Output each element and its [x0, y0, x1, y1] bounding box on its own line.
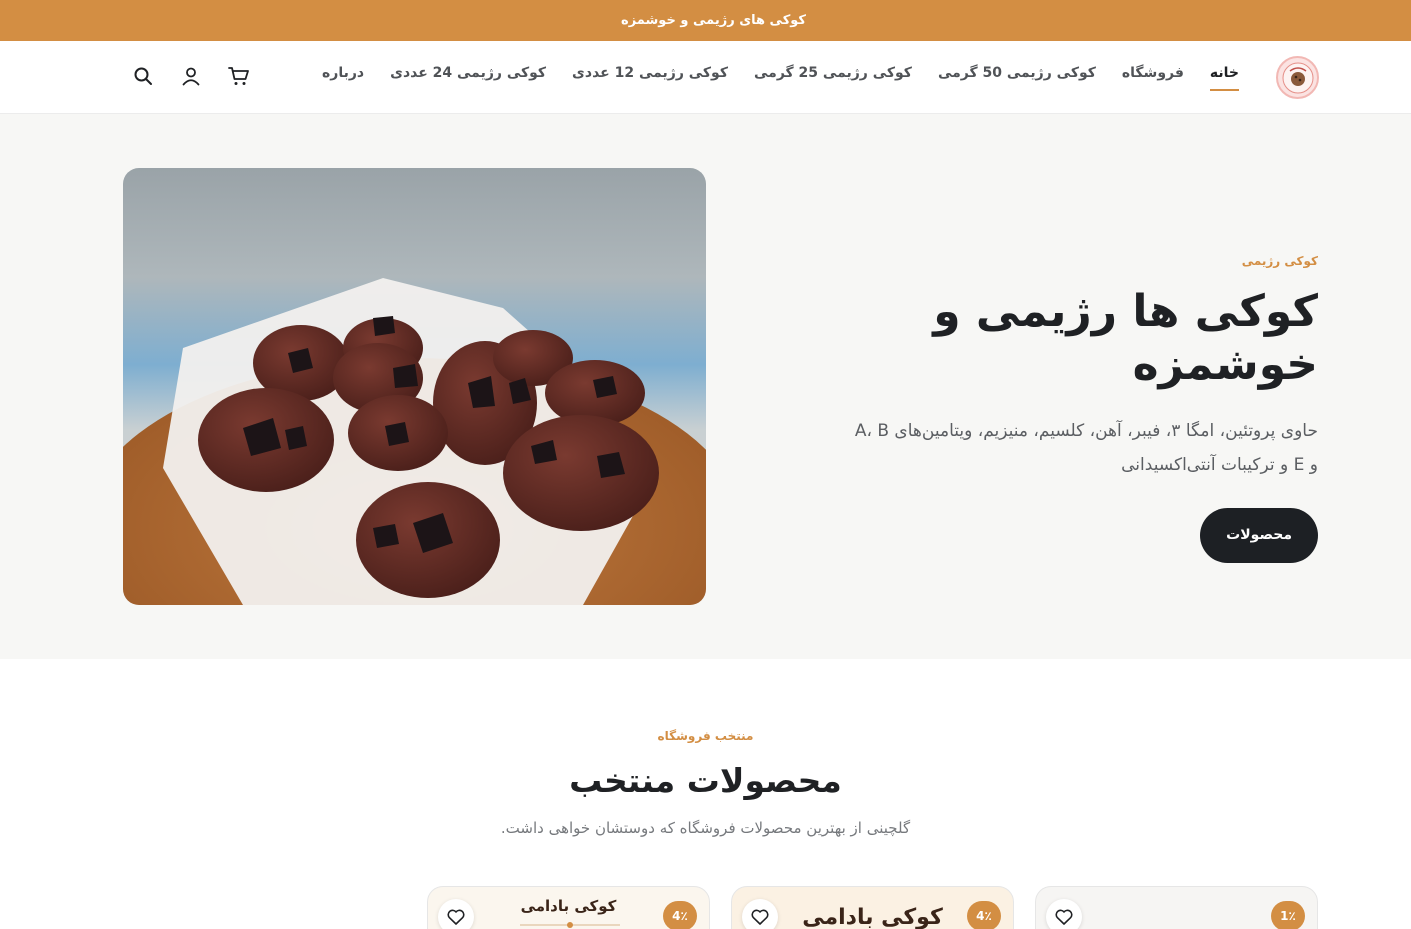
search-icon[interactable]: [132, 65, 154, 87]
nav-item-home[interactable]: خانه: [1209, 65, 1240, 91]
heart-icon[interactable]: [742, 899, 778, 929]
discount-badge: 1٪: [1271, 901, 1305, 929]
hero-section: کوکی رژیمی کوکی ها رژیمی و خوشمزه حاوی پ…: [0, 114, 1411, 659]
heart-icon[interactable]: [1046, 899, 1082, 929]
main-nav: خانه فروشگاه کوکی رژیمی 50 گرمی کوکی رژی…: [322, 65, 1240, 91]
featured-title: محصولات منتخب: [569, 761, 842, 800]
card-label: کوکی بادامی: [520, 897, 617, 915]
announcement-bar: کوکی های رژیمی و خوشمزه: [0, 0, 1411, 41]
site-logo[interactable]: [1276, 56, 1319, 99]
nav-item-cookie-12pack[interactable]: کوکی رژیمی 12 عددی: [572, 65, 728, 91]
featured-kicker: منتخب فروشگاه: [657, 729, 754, 743]
products-button[interactable]: محصولات: [1200, 507, 1318, 563]
nav-item-cookie-25g[interactable]: کوکی رژیمی 25 گرمی: [754, 65, 912, 91]
logo-icon: [1282, 62, 1313, 93]
product-card[interactable]: 1٪: [1035, 886, 1318, 929]
header-actions: [132, 65, 250, 87]
site-header: خانه فروشگاه کوکی رژیمی 50 گرمی کوکی رژی…: [0, 41, 1411, 114]
hero-image: [123, 168, 706, 605]
nav-item-shop[interactable]: فروشگاه: [1122, 65, 1184, 91]
hero-kicker: کوکی رژیمی: [1241, 254, 1318, 268]
hero-description: حاوی پروتئین، امگا ۳، فیبر، آهن، کلسیم، …: [854, 420, 1318, 475]
discount-badge: 4٪: [663, 901, 697, 929]
user-icon[interactable]: [180, 65, 202, 87]
card-label: کوکی بادامی: [802, 905, 943, 929]
hero-content: کوکی رژیمی کوکی ها رژیمی و خوشمزه حاوی پ…: [788, 254, 1318, 563]
product-card[interactable]: 4٪ کوکی بادامی: [427, 886, 710, 929]
ornament-divider: [520, 922, 620, 928]
hero-title: کوکی ها رژیمی و خوشمزه: [933, 286, 1318, 390]
nav-item-cookie-24pack[interactable]: کوکی رژیمی 24 عددی: [390, 65, 546, 91]
announcement-text: کوکی های رژیمی و خوشمزه: [621, 13, 806, 28]
heart-icon[interactable]: [438, 899, 474, 929]
featured-subtitle: گلچینی از بهترین محصولات فروشگاه که دوست…: [500, 819, 911, 837]
cart-icon[interactable]: [228, 65, 250, 87]
discount-badge: 4٪: [967, 901, 1001, 929]
nav-item-cookie-50g[interactable]: کوکی رژیمی 50 گرمی: [938, 65, 1096, 91]
nav-item-about[interactable]: درباره: [322, 65, 364, 91]
product-card[interactable]: 4٪ کوکی بادامی: [731, 886, 1014, 929]
featured-section: منتخب فروشگاه محصولات منتخب گلچینی از به…: [0, 659, 1411, 929]
